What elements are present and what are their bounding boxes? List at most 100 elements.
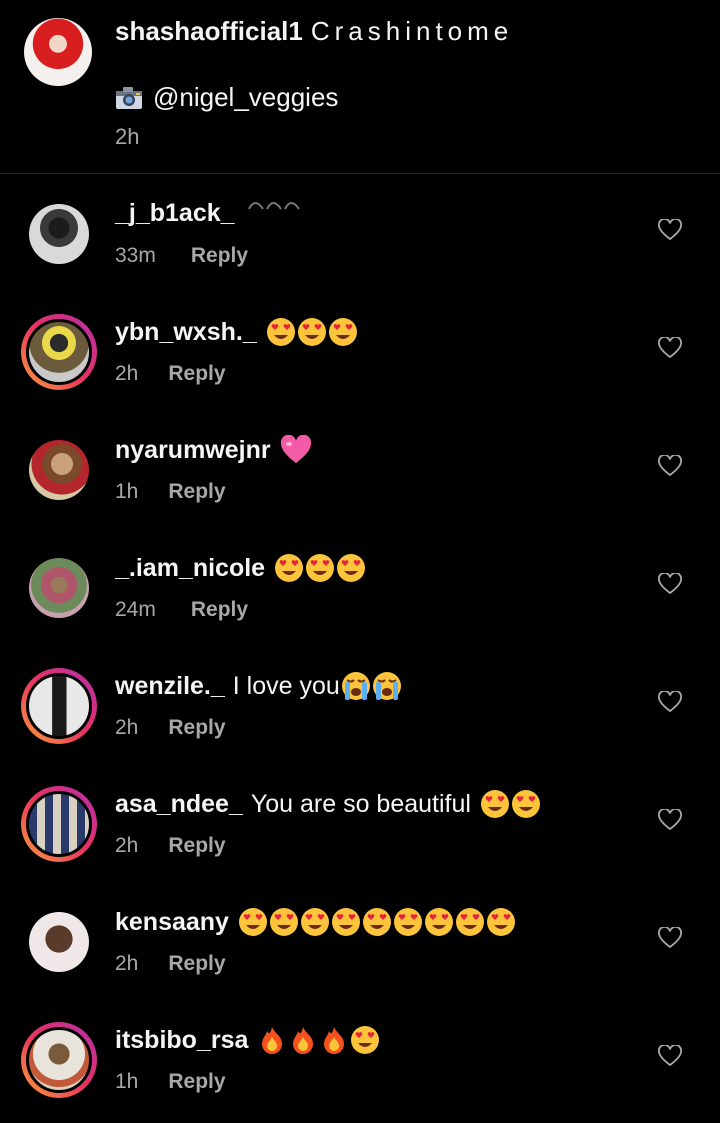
avatar bbox=[26, 1027, 92, 1093]
comment-avatar-wrap[interactable] bbox=[21, 196, 97, 272]
comment-username[interactable]: ybn_wxsh._ bbox=[115, 318, 257, 347]
heart-eyes-emoji-icon bbox=[300, 908, 329, 936]
caption-line: shashaofficial1 Crashintome bbox=[115, 16, 513, 47]
like-heart-icon[interactable] bbox=[658, 927, 682, 949]
reply-button[interactable]: Reply bbox=[168, 834, 225, 857]
comment-username[interactable]: itsbibo_rsa bbox=[115, 1026, 248, 1055]
reply-button[interactable]: Reply bbox=[168, 1070, 225, 1093]
heart-eyes-emoji-icon bbox=[266, 318, 295, 346]
comment-time: 2h bbox=[115, 834, 139, 857]
heart-eyes-emoji-icon bbox=[362, 908, 391, 936]
comment-item: wenzile._ I love you 2h Reply bbox=[0, 644, 720, 762]
comment-username[interactable]: nyarumwejnr bbox=[115, 436, 271, 465]
comment-line: nyarumwejnr bbox=[115, 435, 312, 465]
heart-eyes-emoji-icon bbox=[480, 790, 509, 818]
like-heart-icon[interactable] bbox=[658, 219, 682, 241]
comment-line: ybn_wxsh._ bbox=[115, 317, 358, 347]
heart-eyes-emoji-icon bbox=[351, 1026, 380, 1054]
comment-username[interactable]: _.iam_nicole bbox=[115, 554, 265, 583]
comment-time: 24m bbox=[115, 598, 156, 621]
comment-meta: 24m Reply bbox=[115, 598, 248, 622]
comment-meta: 2h Reply bbox=[115, 952, 226, 976]
comment-avatar-wrap[interactable] bbox=[21, 668, 97, 744]
fire-emoji-icon bbox=[324, 1027, 345, 1054]
crying-emoji-icon bbox=[341, 672, 370, 700]
reply-button[interactable]: Reply bbox=[168, 716, 225, 739]
comment-username[interactable]: kensaany bbox=[115, 908, 229, 937]
comment-avatar-wrap[interactable] bbox=[21, 1022, 97, 1098]
comment-line: itsbibo_rsa bbox=[115, 1025, 380, 1055]
like-heart-icon[interactable] bbox=[658, 691, 682, 713]
like-heart-icon[interactable] bbox=[658, 1045, 682, 1067]
like-heart-icon[interactable] bbox=[658, 455, 682, 477]
comment-time: 2h bbox=[115, 362, 139, 385]
heart-eyes-emoji-icon bbox=[393, 908, 422, 936]
crying-emoji-icon bbox=[372, 672, 401, 700]
comment-time: 2h bbox=[115, 952, 139, 975]
heart-eyes-emoji-icon bbox=[511, 790, 540, 818]
heart-eyes-emoji-icon bbox=[275, 554, 304, 582]
camera-icon bbox=[116, 86, 142, 109]
heart-eyes-emoji-icon bbox=[238, 908, 267, 936]
avatar bbox=[29, 912, 89, 972]
comment-meta: 2h Reply bbox=[115, 834, 226, 858]
comment-meta: 1h Reply bbox=[115, 1070, 226, 1094]
comment-item: itsbibo_rsa 1h Reply bbox=[0, 998, 720, 1116]
comment-text: You are so beautiful bbox=[250, 789, 471, 818]
comment-item: ybn_wxsh._ 2h Reply bbox=[0, 290, 720, 408]
caption-username[interactable]: shashaofficial1 bbox=[115, 16, 303, 46]
reply-button[interactable]: Reply bbox=[168, 480, 225, 503]
comment-item: _j_b1ack_ 33m Reply bbox=[0, 172, 720, 290]
heart-eyes-emoji-icon bbox=[455, 908, 484, 936]
caption-text: Crashintome bbox=[310, 16, 514, 46]
comment-meta: 33m Reply bbox=[115, 244, 248, 268]
caption-author-avatar[interactable] bbox=[24, 18, 92, 86]
caption-section: shashaofficial1 Crashintome @nigel_veggie… bbox=[0, 0, 720, 174]
like-heart-icon[interactable] bbox=[658, 809, 682, 831]
comment-avatar-wrap[interactable] bbox=[21, 314, 97, 390]
comment-username[interactable]: _j_b1ack_ bbox=[115, 199, 235, 228]
comment-line: kensaany bbox=[115, 907, 516, 937]
reply-button[interactable]: Reply bbox=[191, 244, 248, 267]
like-heart-icon[interactable] bbox=[658, 573, 682, 595]
comment-username[interactable]: asa_ndee_ bbox=[115, 790, 243, 819]
comment-item: kensaany 2h Reply bbox=[0, 880, 720, 998]
reply-button[interactable]: Reply bbox=[168, 362, 225, 385]
caption-time: 2h bbox=[115, 124, 140, 149]
comment-avatar-wrap[interactable] bbox=[21, 786, 97, 862]
comment-time: 2h bbox=[115, 716, 139, 739]
comment-avatar-wrap[interactable] bbox=[21, 904, 97, 980]
caption-mention-line: @nigel_veggies bbox=[115, 82, 338, 113]
speech-bubble-emoji-icon bbox=[247, 201, 300, 210]
avatar bbox=[26, 791, 92, 857]
comment-meta: 2h Reply bbox=[115, 716, 226, 740]
comment-time: 1h bbox=[115, 480, 139, 503]
avatar bbox=[29, 558, 89, 618]
comment-line: wenzile._ I love you bbox=[115, 671, 402, 701]
reply-button[interactable]: Reply bbox=[168, 952, 225, 975]
comment-line: _.iam_nicole bbox=[115, 553, 366, 583]
comment-list: _j_b1ack_ 33m Reply ybn_wxsh._ 2h Reply bbox=[0, 172, 720, 1116]
fire-emoji-icon bbox=[262, 1027, 283, 1054]
heart-eyes-emoji-icon bbox=[306, 554, 335, 582]
caption-mention[interactable]: @nigel_veggies bbox=[153, 82, 338, 113]
comment-meta: 1h Reply bbox=[115, 480, 226, 504]
heart-eyes-emoji-icon bbox=[337, 554, 366, 582]
heart-eyes-emoji-icon bbox=[424, 908, 453, 936]
avatar bbox=[26, 673, 92, 739]
comment-item: nyarumwejnr 1h Reply bbox=[0, 408, 720, 526]
comment-line: asa_ndee_ You are so beautiful bbox=[115, 789, 541, 819]
comment-username[interactable]: wenzile._ bbox=[115, 672, 225, 701]
heart-eyes-emoji-icon bbox=[328, 318, 357, 346]
pink-heart-emoji-icon bbox=[280, 435, 311, 463]
heart-eyes-emoji-icon bbox=[297, 318, 326, 346]
comment-meta: 2h Reply bbox=[115, 362, 226, 386]
heart-eyes-emoji-icon bbox=[269, 908, 298, 936]
reply-button[interactable]: Reply bbox=[191, 598, 248, 621]
comment-time: 33m bbox=[115, 244, 156, 267]
like-heart-icon[interactable] bbox=[658, 337, 682, 359]
comment-time: 1h bbox=[115, 1070, 139, 1093]
comment-avatar-wrap[interactable] bbox=[21, 432, 97, 508]
fire-emoji-icon bbox=[293, 1027, 314, 1054]
comment-avatar-wrap[interactable] bbox=[21, 550, 97, 626]
